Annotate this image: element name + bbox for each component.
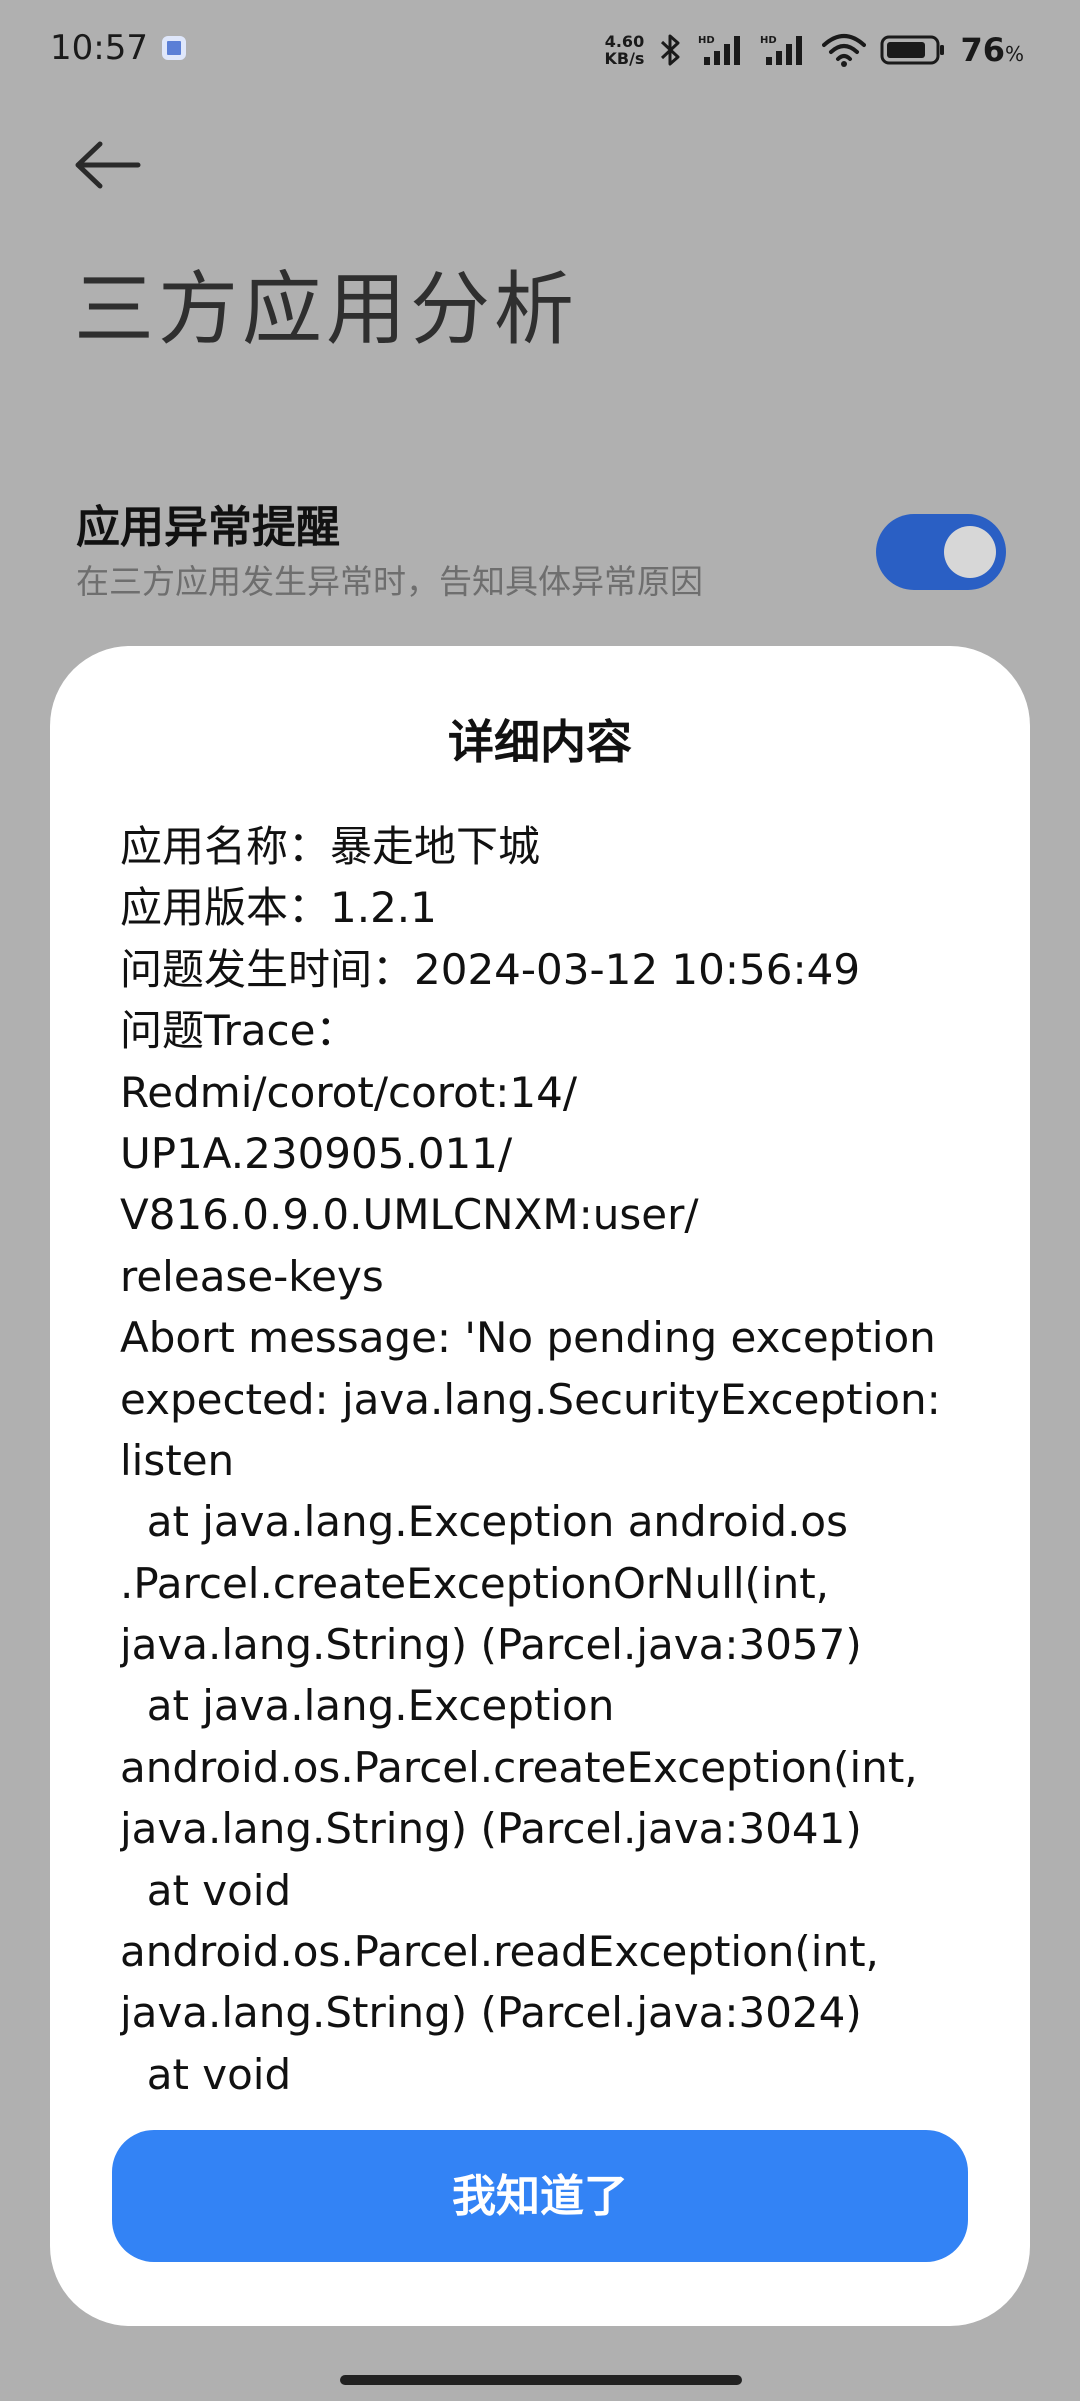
notification-app-icon [162,36,186,60]
dialog-content-line: at java.lang.Exception android.os [120,1497,849,1547]
svg-text:HD: HD [760,35,777,46]
dialog-content-line: at void [120,1865,292,1915]
dialog-content-line: release-keys [120,1251,384,1301]
setting-title: 应用异常提醒 [76,502,340,553]
battery-unit: % [1004,42,1024,66]
dialog-content-line: .Parcel.createExceptionOrNull(int, [120,1558,830,1608]
dialog-content-line: V816.0.9.0.UMLCNXM:user/ [120,1190,699,1240]
dialog-content-line: Abort message: 'No pending exception [120,1313,936,1363]
dialog-content-line: 问题Trace： [120,1006,358,1056]
dialog-content-line: at void [120,2049,292,2099]
dialog-content-line: 问题发生时间：2024-03-12 10:56:49 [120,944,861,994]
dialog-content-line: 应用版本：1.2.1 [120,883,437,933]
battery-icon [880,35,945,65]
svg-text:HD: HD [698,35,715,46]
status-time: 10:57 [50,28,148,68]
details-dialog: 详细内容 应用名称：暴走地下城 应用版本：1.2.1 问题发生时间：2024-03-… [50,646,1030,2326]
dialog-content-line: expected: java.lang.SecurityException: [120,1374,941,1424]
toggle-knob [944,526,996,578]
page-title: 三方应用分析 [74,263,578,356]
setting-subtitle: 在三方应用发生异常时，告知具体异常原因 [76,562,703,601]
wifi-icon [822,34,867,67]
hd-signal-icon: HD [760,35,803,65]
bluetooth-icon [661,34,680,66]
battery-level: 76% [960,31,1024,69]
dialog-content-line: java.lang.String) (Parcel.java:3057) [120,1620,862,1670]
network-speed-value: 4.60 [604,32,645,51]
home-indicator[interactable] [340,2375,742,2385]
dialog-content[interactable]: 应用名称：暴走地下城 应用版本：1.2.1 问题发生时间：2024-03-12 10… [120,816,1000,2106]
dialog-title: 详细内容 [448,715,632,769]
dialog-content-line: android.os.Parcel.readException(int, [120,1927,879,1977]
back-arrow-icon[interactable] [72,140,142,190]
dialog-content-line: Redmi/corot/corot:14/ [120,1067,578,1117]
got-it-button[interactable]: 我知道了 [112,2130,968,2262]
app-exception-alert-toggle[interactable] [876,514,1006,590]
hd-signal-icon: HD [698,35,741,65]
dialog-content-line: android.os.Parcel.createException(int, [120,1742,918,1792]
dialog-content-line: UP1A.230905.011/ [120,1128,513,1178]
status-bar: 10:57 4.60 KB/s HD HD 76% [0,0,1080,100]
dialog-content-line: java.lang.String) (Parcel.java:3041) [120,1804,862,1854]
status-icons: 4.60 KB/s HD HD 76% [604,28,1024,72]
dialog-content-line: 应用名称：暴走地下城 [120,822,541,871]
network-speed-unit: KB/s [604,49,645,68]
dialog-content-line: listen [120,1435,235,1485]
dialog-content-line: java.lang.String) (Parcel.java:3024) [120,1988,862,2038]
dialog-content-line: at java.lang.Exception [120,1681,615,1731]
network-speed: 4.60 KB/s [604,33,644,67]
battery-percent: 76 [960,31,1005,69]
